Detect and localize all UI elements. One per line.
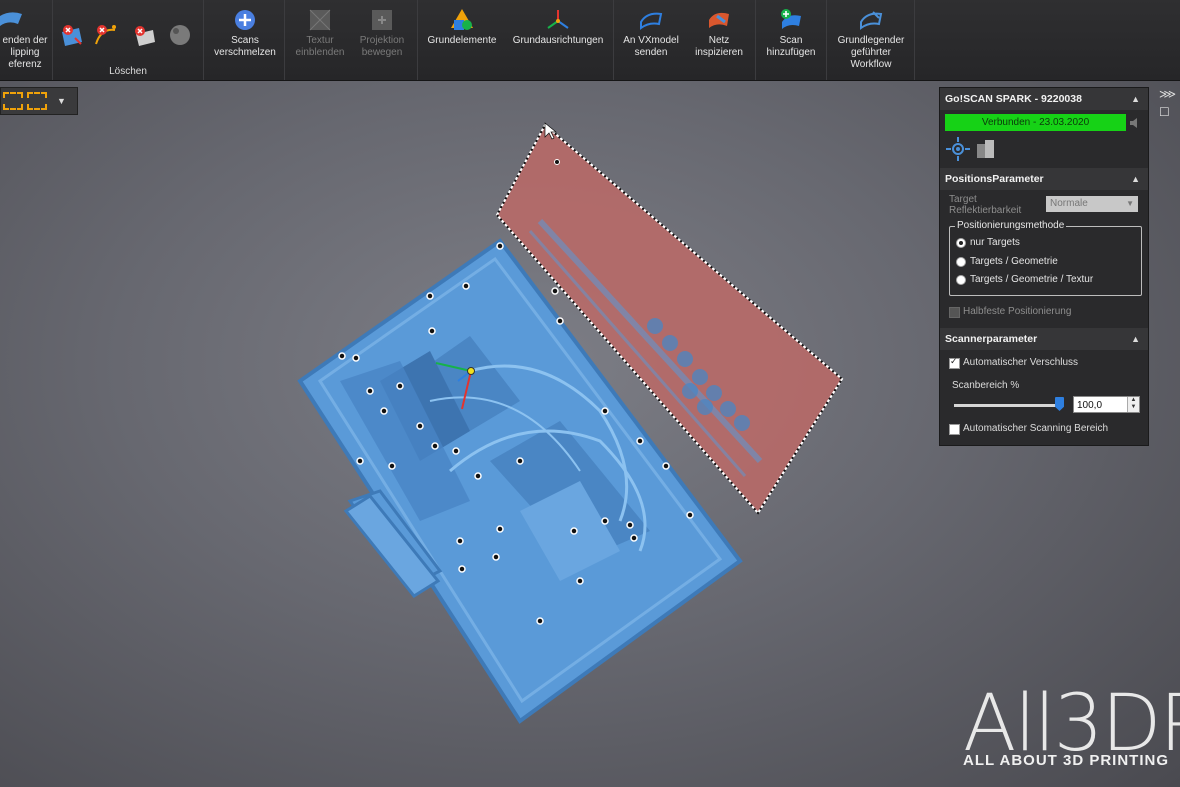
radio-targets-only[interactable] bbox=[956, 238, 966, 248]
clipping-plane-icon bbox=[0, 12, 22, 26]
delete-surface-icon[interactable] bbox=[131, 22, 157, 48]
collapse-icon[interactable]: ▲ bbox=[1131, 88, 1140, 110]
delete-group: Löschen bbox=[53, 0, 204, 80]
show-texture-button[interactable]: Textur einblenden bbox=[289, 8, 351, 59]
merge-group: Scans verschmelzen bbox=[204, 0, 285, 80]
target-reflectivity-select[interactable]: Normale ▼ bbox=[1046, 196, 1138, 212]
delete-isolated-icon[interactable] bbox=[59, 22, 85, 48]
spinner-arrows-icon[interactable]: ▲ ▼ bbox=[1127, 397, 1139, 412]
add-scan-group: Scan hinzufügen bbox=[756, 0, 827, 80]
delete-all-icon[interactable] bbox=[167, 22, 193, 48]
guided-workflow-button[interactable]: Grundlegender geführter Workflow bbox=[831, 8, 911, 71]
delete-group-label: Löschen bbox=[109, 66, 147, 77]
merge-scans-button[interactable]: Scans verschmelzen bbox=[210, 8, 280, 59]
target-position-icon[interactable] bbox=[946, 137, 970, 161]
radio-targets-geometry[interactable] bbox=[956, 257, 966, 267]
texture-group: Textur einblenden Projektion bewegen bbox=[285, 0, 418, 80]
watermark-tagline: ALL ABOUT 3D PRINTING bbox=[963, 752, 1170, 769]
inspect-mesh-button[interactable]: Netz inspizieren bbox=[686, 8, 752, 59]
clipping-group: enden der lipping eferenz bbox=[0, 0, 53, 80]
workflow-icon bbox=[860, 11, 883, 30]
merge-plus-icon bbox=[235, 10, 255, 30]
device-header[interactable]: Go!SCAN SPARK - 9220038 ▲ bbox=[940, 88, 1148, 110]
device-title: Go!SCAN SPARK - 9220038 bbox=[945, 93, 1082, 105]
basic-elements-button[interactable]: Grundelemente bbox=[422, 8, 502, 47]
target-reflectivity-label: Target Reflektierbarkeit bbox=[949, 194, 1022, 216]
auto-range-checkbox[interactable] bbox=[949, 424, 960, 435]
radio-targets-geometry-texture[interactable] bbox=[956, 275, 966, 285]
positioning-method-group: Positionierungsmethode nur Targets Targe… bbox=[949, 220, 1142, 296]
scan-range-label: Scanbereich % bbox=[952, 380, 1020, 391]
auto-range-label: Automatischer Scanning Bereich bbox=[963, 423, 1109, 434]
geometry-group: Grundelemente Grundausrichtungen bbox=[418, 0, 614, 80]
semi-rigid-label: Halbfeste Positionierung bbox=[963, 306, 1072, 317]
connection-status: Verbunden - 23.03.2020 bbox=[945, 114, 1126, 131]
texture-icon bbox=[309, 9, 331, 31]
semi-rigid-checkbox[interactable] bbox=[949, 307, 960, 318]
add-scan-icon bbox=[781, 9, 801, 29]
option-targets-geometry-texture[interactable]: Targets / Geometrie / Textur bbox=[970, 274, 1093, 285]
window-icon[interactable]: ☐ bbox=[1159, 105, 1170, 119]
projection-icon bbox=[372, 10, 392, 30]
scan-range-thumb[interactable] bbox=[1055, 397, 1064, 411]
collapse-icon[interactable]: ▲ bbox=[1131, 168, 1140, 190]
scanner-device-icon[interactable] bbox=[975, 138, 997, 160]
speaker-icon[interactable] bbox=[1129, 116, 1143, 130]
scan-range-slider[interactable] bbox=[954, 404, 1062, 407]
scanner-header[interactable]: Scannerparameter ▲ bbox=[940, 328, 1148, 350]
positioning-header[interactable]: PositionsParameter ▲ bbox=[940, 168, 1148, 190]
clipping-reference-button[interactable]: enden der lipping eferenz bbox=[0, 8, 50, 71]
scanner-panel: Go!SCAN SPARK - 9220038 ▲ Verbunden - 23… bbox=[939, 87, 1149, 446]
chevron-down-icon: ▼ bbox=[1126, 199, 1134, 208]
option-targets-geometry[interactable]: Targets / Geometrie bbox=[970, 256, 1058, 267]
option-targets-only[interactable]: nur Targets bbox=[970, 237, 1020, 248]
add-scan-button[interactable]: Scan hinzufügen bbox=[758, 8, 824, 59]
basic-alignments-button[interactable]: Grundausrichtungen bbox=[506, 8, 610, 47]
vxmodel-icon bbox=[640, 12, 663, 30]
scan-range-input[interactable]: 100,0 ▲ ▼ bbox=[1073, 396, 1140, 413]
auto-shutter-checkbox[interactable] bbox=[949, 356, 960, 369]
delete-curve-icon[interactable] bbox=[93, 22, 119, 48]
expand-panel-icon[interactable]: ⋙ bbox=[1159, 87, 1176, 101]
send-vxmodel-button[interactable]: An VXmodel senden bbox=[618, 8, 684, 59]
ribbon-toolbar: enden der lipping eferenz Löschen Scans … bbox=[0, 0, 1180, 81]
positioning-method-legend: Positionierungsmethode bbox=[955, 220, 1067, 231]
move-projection-button[interactable]: Projektion bewegen bbox=[351, 8, 413, 59]
axes-icon bbox=[547, 10, 569, 29]
collapse-icon[interactable]: ▲ bbox=[1131, 328, 1140, 350]
shapes-icon bbox=[451, 9, 473, 30]
mesh-inspect-icon bbox=[709, 12, 729, 28]
workflow-group: Grundlegender geführter Workflow bbox=[827, 0, 915, 80]
auto-shutter-label: Automatischer Verschluss bbox=[963, 357, 1079, 368]
export-group: An VXmodel senden Netz inspizieren bbox=[614, 0, 756, 80]
